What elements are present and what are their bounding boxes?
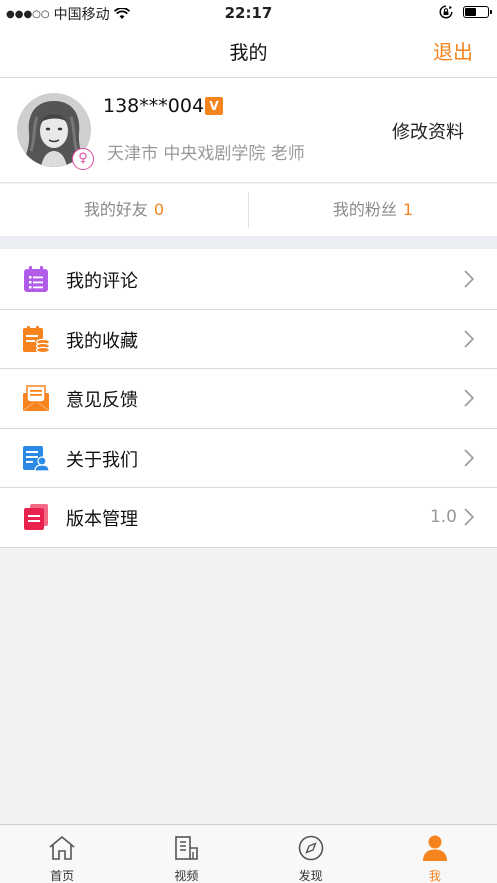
section-gap bbox=[0, 236, 497, 249]
profile-header: ♀ 138***004 V 天津市 中央戏剧学院 老师 修改资料 bbox=[0, 78, 497, 183]
menu-item-favorites[interactable]: 我的收藏 bbox=[0, 308, 497, 369]
rotation-lock-icon bbox=[439, 5, 453, 19]
navigation-bar: 我的 退出 bbox=[0, 26, 497, 78]
chevron-right-icon bbox=[464, 270, 475, 288]
menu-item-label: 关于我们 bbox=[66, 449, 138, 471]
fans-stat[interactable]: 我的粉丝 1 bbox=[249, 184, 497, 236]
home-icon bbox=[49, 835, 75, 860]
menu-item-label: 我的收藏 bbox=[66, 330, 138, 352]
favorites-icon bbox=[23, 325, 50, 353]
chevron-right-icon bbox=[464, 330, 475, 348]
version-icon bbox=[24, 504, 48, 531]
status-time: 22:17 bbox=[224, 4, 273, 22]
version-number: 1.0 bbox=[429, 507, 457, 528]
menu-item-label: 意见反馈 bbox=[66, 390, 138, 412]
chevron-right-icon bbox=[464, 508, 475, 526]
page-title: 我的 bbox=[229, 42, 268, 64]
tab-discover[interactable]: 发现 bbox=[249, 825, 373, 883]
gender-female-icon: ♀ bbox=[72, 148, 94, 170]
tab-label: 发现 bbox=[298, 869, 323, 883]
person-icon bbox=[422, 835, 447, 861]
tab-label: 我 bbox=[428, 869, 441, 883]
friends-count: 0 bbox=[153, 200, 165, 219]
battery-level bbox=[465, 8, 476, 16]
compass-icon bbox=[298, 835, 323, 861]
menu-item-about[interactable]: 关于我们 bbox=[0, 427, 497, 488]
user-phone: 138***004 bbox=[103, 95, 205, 117]
tab-home[interactable]: 首页 bbox=[0, 825, 124, 883]
comments-icon bbox=[24, 266, 48, 292]
menu-item-comments[interactable]: 我的评论 bbox=[0, 249, 497, 309]
menu-item-label: 版本管理 bbox=[66, 509, 138, 531]
battery-icon bbox=[463, 6, 492, 18]
tab-label: 视频 bbox=[174, 869, 199, 883]
friends-label: 我的好友 bbox=[83, 200, 148, 219]
menu-item-version[interactable]: 版本管理 1.0 bbox=[0, 487, 497, 547]
about-icon bbox=[23, 445, 50, 472]
tab-video[interactable]: 视频 bbox=[124, 825, 248, 883]
stats-row: 我的好友 0 我的粉丝 1 bbox=[0, 184, 497, 236]
user-info: 天津市 中央戏剧学院 老师 bbox=[107, 144, 305, 164]
tab-bar: 首页 视频 发现 我 bbox=[0, 824, 497, 883]
feedback-icon bbox=[22, 385, 50, 412]
status-right bbox=[439, 5, 492, 19]
logout-button[interactable]: 退出 bbox=[433, 36, 473, 65]
status-bar: ●●●○○ 中国移动 22:17 bbox=[0, 0, 497, 26]
friends-stat[interactable]: 我的好友 0 bbox=[0, 184, 248, 236]
menu-item-feedback[interactable]: 意见反馈 bbox=[0, 368, 497, 428]
tab-label: 首页 bbox=[50, 869, 75, 883]
settings-menu: 我的评论 我的收藏 意见反馈 关于我们 版本管理 1.0 bbox=[0, 249, 497, 548]
menu-item-label: 我的评论 bbox=[66, 271, 138, 292]
verified-badge: V bbox=[205, 97, 223, 115]
fans-count: 1 bbox=[402, 200, 414, 219]
edit-profile-button[interactable]: 修改资料 bbox=[392, 118, 464, 144]
video-icon bbox=[175, 836, 199, 860]
tab-me[interactable]: 我 bbox=[373, 825, 497, 883]
chevron-right-icon bbox=[464, 389, 475, 407]
chevron-right-icon bbox=[464, 449, 475, 467]
fans-label: 我的粉丝 bbox=[332, 200, 397, 219]
